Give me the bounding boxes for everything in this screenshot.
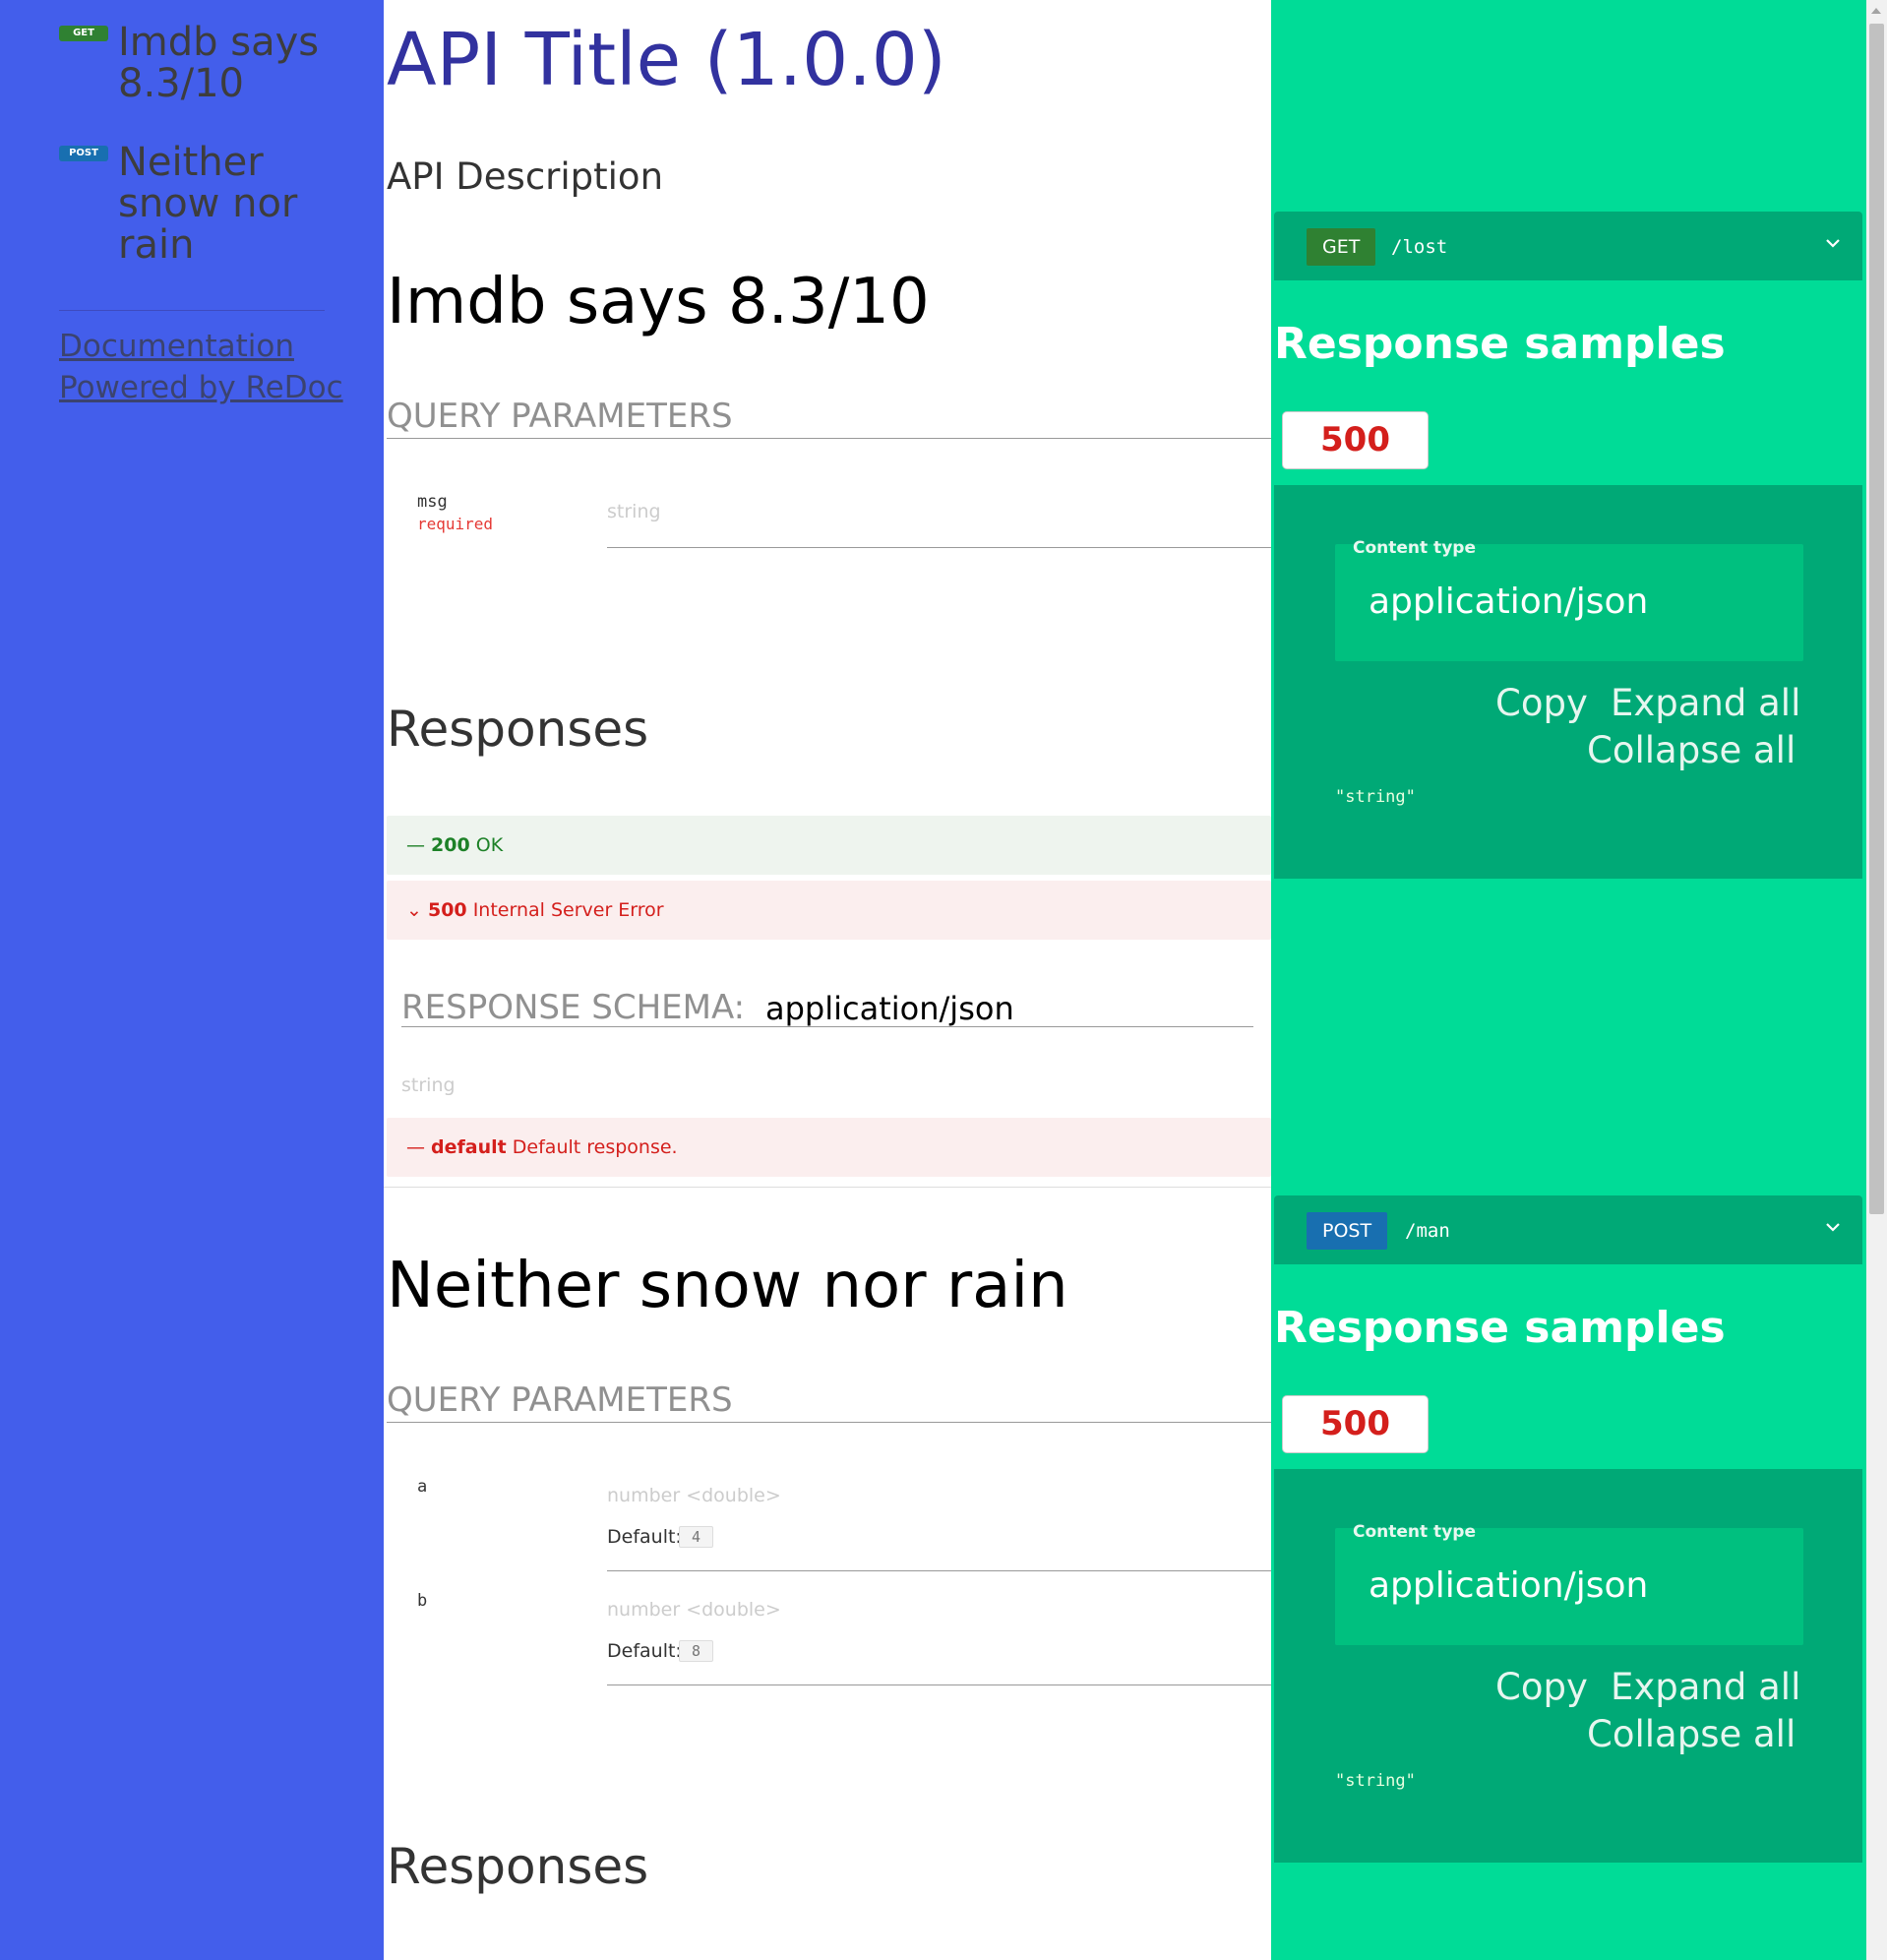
endpoint-toggle-post-man[interactable]: POST /man <box>1274 1195 1862 1264</box>
param-default-label: Default: <box>607 1640 682 1662</box>
response-schema-content-type: application/json <box>765 990 1014 1027</box>
responses-heading: Responses <box>387 1838 649 1895</box>
endpoint-path: /man <box>1405 1220 1450 1242</box>
param-name: msg <box>417 492 448 512</box>
param-type: string <box>607 501 661 522</box>
status-tab-500[interactable]: 500 <box>1282 1395 1429 1453</box>
response-samples-heading: Response samples <box>1274 1303 1726 1353</box>
param-type: number <double> <box>607 1485 781 1506</box>
right-panel: GET /lost Response samples 500 Content t… <box>1271 0 1866 1960</box>
status-tab-500[interactable]: 500 <box>1282 411 1429 469</box>
param-divider <box>607 547 1271 548</box>
param-required-label: required <box>417 515 494 533</box>
api-title: API Title (1.0.0) <box>387 18 946 102</box>
response-default-row[interactable]: — default Default response. <box>387 1118 1271 1177</box>
expand-all-button[interactable]: Expand all <box>1611 682 1800 724</box>
endpoint-path: /lost <box>1391 236 1448 258</box>
method-badge-get: GET <box>1307 228 1376 266</box>
endpoint-toggle-get-lost[interactable]: GET /lost <box>1274 212 1862 280</box>
sidebar-item-label: Neither snow nor rain <box>118 140 298 268</box>
copy-button[interactable]: Copy <box>1495 1666 1588 1708</box>
param-type: number <double> <box>607 1599 781 1621</box>
sample-code: "string" <box>1335 787 1416 807</box>
chevron-down-icon <box>1826 239 1840 248</box>
response-500-row[interactable]: ⌄ 500 Internal Server Error <box>387 881 1271 940</box>
scrollbar[interactable] <box>1866 0 1887 1960</box>
documentation-link[interactable]: Documentation <box>59 329 294 364</box>
chevron-down-icon: ⌄ <box>406 899 422 921</box>
response-sample-panel: Content type application/json Copy Expan… <box>1274 1469 1862 1863</box>
expand-all-button[interactable]: Expand all <box>1611 1666 1800 1708</box>
sidebar-divider <box>59 310 325 311</box>
response-200-row[interactable]: — 200 OK <box>387 816 1271 875</box>
content-type-label: Content type <box>1353 1522 1476 1542</box>
operation-title: Imdb says 8.3/10 <box>387 266 930 338</box>
method-badge-post: POST <box>59 146 108 161</box>
operation-divider <box>384 1187 1271 1188</box>
response-code: default <box>431 1136 507 1158</box>
collapse-all-button[interactable]: Collapse all <box>1587 1713 1796 1755</box>
response-schema-label: RESPONSE SCHEMA: <box>401 988 746 1027</box>
method-badge-post: POST <box>1307 1212 1388 1250</box>
response-sample-panel: Content type application/json Copy Expan… <box>1274 485 1862 879</box>
param-default-label: Default: <box>607 1526 682 1548</box>
query-parameters-heading: QUERY PARAMETERS <box>387 398 1271 439</box>
sidebar: GET Imdb says 8.3/10 POST Neither snow n… <box>0 0 384 1960</box>
content-type-select[interactable]: Content type application/json <box>1335 538 1803 661</box>
content-type-select[interactable]: Content type application/json <box>1335 1522 1803 1645</box>
param-default-value: 8 <box>679 1640 714 1662</box>
response-samples-heading: Response samples <box>1274 319 1726 369</box>
powered-by-redoc-link[interactable]: Powered by ReDoc <box>59 370 343 405</box>
response-description: OK <box>475 834 504 856</box>
api-description: API Description <box>387 155 664 198</box>
chevron-down-icon <box>1826 1223 1840 1232</box>
response-schema-type: string <box>401 1074 456 1096</box>
content-type-label: Content type <box>1353 538 1476 558</box>
collapse-all-button[interactable]: Collapse all <box>1587 729 1796 771</box>
param-divider <box>607 1570 1271 1571</box>
operation-title: Neither snow nor rain <box>387 1250 1068 1322</box>
response-code: 200 <box>431 834 470 856</box>
method-badge-get: GET <box>59 26 108 41</box>
param-divider <box>607 1684 1271 1685</box>
scrollbar-thumb[interactable] <box>1869 24 1884 1214</box>
param-name: b <box>417 1591 428 1611</box>
response-toggle-icon: — <box>406 834 425 856</box>
param-name: a <box>417 1477 428 1497</box>
scroll-up-icon[interactable] <box>1871 8 1881 14</box>
copy-button[interactable]: Copy <box>1495 682 1588 724</box>
response-code: 500 <box>427 899 467 921</box>
main-content: API Title (1.0.0) API Description Imdb s… <box>384 0 1271 1960</box>
response-schema-heading: RESPONSE SCHEMA: application/json <box>401 984 1253 1027</box>
sample-code: "string" <box>1335 1771 1416 1791</box>
content-type-value: application/json <box>1369 1565 1649 1606</box>
param-default-value: 4 <box>679 1526 714 1548</box>
response-description: Default response. <box>512 1136 678 1158</box>
query-parameters-heading: QUERY PARAMETERS <box>387 1381 1271 1423</box>
response-toggle-icon: — <box>406 1136 425 1158</box>
sidebar-item-label: Imdb says 8.3/10 <box>118 20 320 106</box>
response-description: Internal Server Error <box>472 899 664 921</box>
content-type-value: application/json <box>1369 582 1649 622</box>
responses-heading: Responses <box>387 701 649 758</box>
